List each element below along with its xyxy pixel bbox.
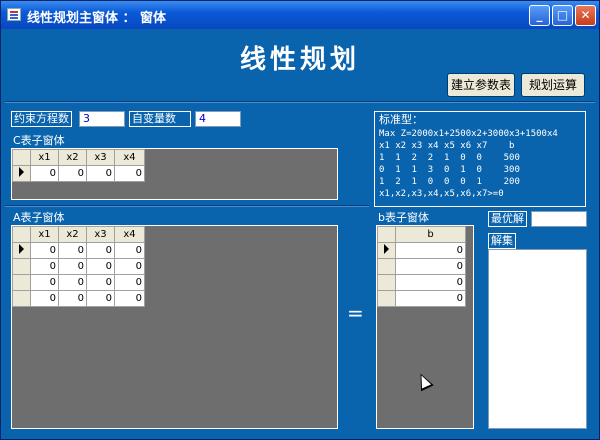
a-header-row: x1 x2 x3 x4 (12, 226, 145, 243)
close-icon[interactable]: ✕ (575, 5, 596, 26)
c-cell[interactable]: 0 (58, 165, 87, 182)
minimize-icon[interactable]: _ (529, 5, 550, 26)
record-selector[interactable] (12, 290, 31, 307)
c-cell[interactable]: 0 (114, 165, 145, 182)
optimum-label: 最优解 (488, 211, 527, 227)
corner-cell (377, 226, 396, 243)
corner-cell (12, 149, 31, 166)
a-cell[interactable]: 0 (86, 274, 115, 291)
standard-form-panel: 标准型： Max Z=2000x1+2500x2+3000x3+1500x4 x… (374, 111, 586, 207)
c-cell[interactable]: 0 (30, 165, 59, 182)
solution-box[interactable] (488, 249, 587, 429)
corner-cell (12, 226, 31, 243)
a-cell[interactable]: 0 (30, 290, 59, 307)
standard-form-title: 标准型： (379, 113, 423, 126)
a-cell[interactable]: 0 (58, 258, 87, 275)
b-cell[interactable]: 0 (395, 242, 466, 259)
solution-label: 解集 (488, 233, 516, 249)
equals-sign: = (347, 301, 364, 325)
a-col-header[interactable]: x1 (30, 226, 59, 243)
b-header-row: b (377, 226, 466, 243)
table-row: 0 0 0 0 (12, 258, 145, 275)
table-row: 0 0 0 0 (12, 165, 145, 182)
record-selector[interactable] (12, 242, 31, 259)
table-row: 0 (377, 258, 466, 275)
c-header-row: x1 x2 x3 x4 (12, 149, 145, 166)
constraints-label: 约束方程数 (11, 111, 72, 127)
b-table: b 0 0 0 0 (377, 226, 466, 307)
a-cell[interactable]: 0 (30, 242, 59, 259)
standard-form-line: 1 2 1 0 0 0 1 200 (379, 177, 520, 187)
b-col-header[interactable]: b (395, 226, 466, 243)
standard-form-line: 1 1 2 2 1 0 0 500 (379, 153, 520, 163)
solve-button[interactable]: 规划运算 (521, 73, 585, 97)
c-cell[interactable]: 0 (86, 165, 115, 182)
app-icon[interactable] (7, 8, 21, 21)
page-title: 线性规划 (239, 45, 360, 75)
a-col-header[interactable]: x2 (58, 226, 87, 243)
divider (5, 205, 369, 207)
b-cell[interactable]: 0 (395, 258, 466, 275)
a-col-header[interactable]: x3 (86, 226, 115, 243)
a-form-title: A表子窗体 (11, 211, 67, 225)
table-row: 0 (377, 242, 466, 259)
c-col-header[interactable]: x4 (114, 149, 145, 166)
b-subform[interactable]: b 0 0 0 0 (376, 225, 474, 429)
record-pointer-icon (19, 244, 24, 254)
variables-label: 自变量数 (129, 111, 191, 127)
optimum-input[interactable] (531, 211, 587, 227)
a-subform[interactable]: x1 x2 x3 x4 0 0 0 0 0 0 0 0 0 0 0 0 0 0 … (11, 225, 338, 429)
record-selector[interactable] (12, 274, 31, 291)
record-selector[interactable] (377, 290, 396, 307)
standard-form-line: x1 x2 x3 x4 x5 x6 x7 b (379, 141, 515, 151)
record-pointer-icon (384, 244, 389, 254)
standard-form-line: Max Z=2000x1+2500x2+3000x3+1500x4 (379, 129, 558, 139)
standard-form-line: 0 1 1 3 0 1 0 300 (379, 165, 520, 175)
record-selector[interactable] (12, 258, 31, 275)
a-cell[interactable]: 0 (114, 242, 145, 259)
table-row: 0 0 0 0 (12, 274, 145, 291)
b-cell[interactable]: 0 (395, 290, 466, 307)
record-pointer-icon (19, 167, 24, 177)
a-cell[interactable]: 0 (114, 258, 145, 275)
a-cell[interactable]: 0 (58, 274, 87, 291)
divider (5, 101, 595, 103)
table-row: 0 (377, 274, 466, 291)
c-col-header[interactable]: x3 (86, 149, 115, 166)
b-form-title: b表子窗体 (376, 211, 431, 225)
table-row: 0 (377, 290, 466, 307)
build-params-button[interactable]: 建立参数表 (447, 73, 515, 97)
b-cell[interactable]: 0 (395, 274, 466, 291)
table-row: 0 0 0 0 (12, 242, 145, 259)
a-cell[interactable]: 0 (86, 290, 115, 307)
a-cell[interactable]: 0 (58, 290, 87, 307)
a-cell[interactable]: 0 (58, 242, 87, 259)
variables-input[interactable]: 4 (195, 111, 241, 127)
window-title: 线性规划主窗体 ： 窗体 (27, 11, 167, 26)
constraints-input[interactable]: 3 (79, 111, 125, 127)
record-selector[interactable] (377, 242, 396, 259)
standard-form-line: x1,x2,x3,x4,x5,x6,x7>=0 (379, 189, 504, 199)
c-col-header[interactable]: x1 (30, 149, 59, 166)
main-window: 线性规划主窗体 ： 窗体 _ □ ✕ 线性规划 建立参数表 规划运算 约束方程数… (0, 0, 600, 440)
c-form-title: C表子窗体 (11, 134, 67, 148)
a-cell[interactable]: 0 (30, 258, 59, 275)
record-selector[interactable] (12, 165, 31, 182)
c-table: x1 x2 x3 x4 0 0 0 0 (12, 149, 145, 182)
c-col-header[interactable]: x2 (58, 149, 87, 166)
record-selector[interactable] (377, 258, 396, 275)
a-cell[interactable]: 0 (86, 258, 115, 275)
a-cell[interactable]: 0 (114, 274, 145, 291)
a-cell[interactable]: 0 (114, 290, 145, 307)
table-row: 0 0 0 0 (12, 290, 145, 307)
a-cell[interactable]: 0 (86, 242, 115, 259)
title-bar[interactable]: 线性规划主窗体 ： 窗体 _ □ ✕ (1, 1, 599, 29)
a-cell[interactable]: 0 (30, 274, 59, 291)
c-subform[interactable]: x1 x2 x3 x4 0 0 0 0 (11, 148, 338, 200)
maximize-icon[interactable]: □ (552, 5, 573, 26)
a-col-header[interactable]: x4 (114, 226, 145, 243)
record-selector[interactable] (377, 274, 396, 291)
a-table: x1 x2 x3 x4 0 0 0 0 0 0 0 0 0 0 0 0 0 0 … (12, 226, 145, 307)
